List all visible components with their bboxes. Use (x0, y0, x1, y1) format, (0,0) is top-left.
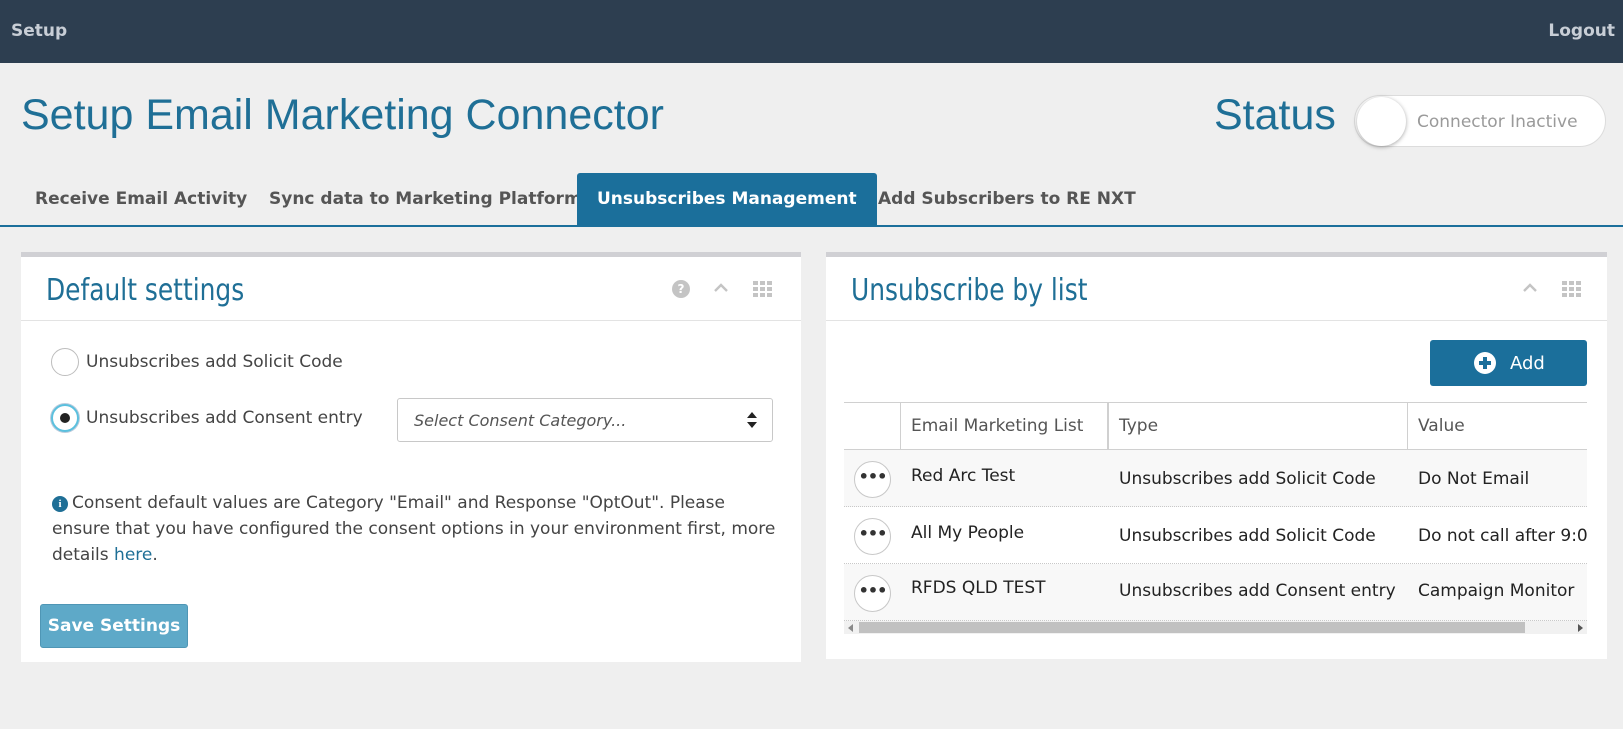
cell-type: Unsubscribes add Consent entry (1119, 581, 1396, 601)
panel-title: Unsubscribe by list (851, 273, 1088, 308)
select-placeholder: Select Consent Category... (414, 411, 627, 430)
chevron-up-icon[interactable] (713, 280, 729, 296)
cell-value: Do not call after 9:00pm (1418, 526, 1587, 546)
cell-list: RFDS QLD TEST (911, 578, 1046, 598)
grid-menu-icon[interactable] (1562, 281, 1581, 297)
row-actions-ellipsis-icon[interactable]: ••• (854, 518, 891, 555)
add-button-label: Add (1510, 353, 1545, 374)
toggle-status-text: Connector Inactive (1417, 112, 1578, 132)
panel-header: Default settings ? (21, 257, 801, 321)
table-row: ••• RFDS QLD TEST Unsubscribes add Conse… (844, 564, 1587, 621)
unsubscribe-list-table: Email Marketing List Type Value ••• Red … (844, 402, 1587, 634)
question-circle-icon[interactable]: ? (672, 280, 690, 298)
tab-receive-email-activity[interactable]: Receive Email Activity (15, 173, 267, 225)
radio-consent-entry[interactable]: Unsubscribes add Consent entry (51, 404, 363, 432)
chevron-up-icon[interactable] (1522, 280, 1538, 296)
status-label: Status (1214, 91, 1336, 139)
select-arrows-icon (747, 412, 757, 428)
tab-bar: Receive Email Activity Sync data to Mark… (0, 173, 1623, 227)
consent-info-note: i Consent default values are Category "Em… (52, 490, 782, 568)
column-header-email-list[interactable]: Email Marketing List (901, 403, 1109, 449)
radio-label: Unsubscribes add Solicit Code (86, 352, 343, 372)
page-title: Setup Email Marketing Connector (21, 91, 664, 139)
actions-column-header (844, 403, 901, 449)
cell-type: Unsubscribes add Solicit Code (1119, 526, 1376, 546)
plus-circle-icon (1474, 352, 1496, 374)
row-actions-ellipsis-icon[interactable]: ••• (854, 461, 891, 498)
connector-status-toggle[interactable]: Connector Inactive (1354, 95, 1606, 147)
note-text: Consent default values are Category "Ema… (52, 493, 776, 565)
row-actions-ellipsis-icon[interactable]: ••• (854, 575, 891, 612)
cell-type: Unsubscribes add Solicit Code (1119, 469, 1376, 489)
default-settings-panel: Default settings ? Unsubscribes add Soli… (21, 252, 801, 662)
panel-title: Default settings (46, 273, 245, 308)
column-header-type[interactable]: Type (1109, 403, 1408, 449)
unsubscribe-by-list-panel: Unsubscribe by list Add Email Marketing … (826, 252, 1607, 659)
cell-list: All My People (911, 523, 1025, 543)
table-header: Email Marketing List Type Value (844, 402, 1587, 450)
table-row: ••• Red Arc Test Unsubscribes add Solici… (844, 450, 1587, 507)
cell-list: Red Arc Test (911, 466, 1016, 486)
add-list-button[interactable]: Add (1430, 340, 1587, 386)
table-row: ••• All My People Unsubscribes add Solic… (844, 507, 1587, 564)
scrollbar-thumb[interactable] (859, 622, 1525, 633)
cell-value: Do Not Email (1418, 469, 1530, 489)
radio-button[interactable] (51, 348, 79, 376)
horizontal-scrollbar[interactable] (844, 621, 1587, 634)
tab-sync-data[interactable]: Sync data to Marketing Platform (249, 173, 602, 225)
panel-header: Unsubscribe by list (826, 257, 1607, 321)
radio-button-selected[interactable] (51, 404, 79, 432)
tab-unsubscribes-management[interactable]: Unsubscribes Management (577, 173, 877, 225)
scroll-left-arrow-icon[interactable] (848, 624, 853, 632)
scroll-right-arrow-icon[interactable] (1578, 624, 1583, 632)
save-settings-button[interactable]: Save Settings (40, 604, 188, 648)
setup-nav-link[interactable]: Setup (11, 21, 67, 41)
cell-value: Campaign Monitor (1418, 581, 1575, 601)
note-end: . (152, 545, 158, 565)
column-header-value[interactable]: Value (1408, 403, 1587, 449)
consent-category-select[interactable]: Select Consent Category... (397, 398, 773, 442)
info-icon: i (52, 496, 68, 512)
details-link[interactable]: here (114, 545, 152, 565)
logout-link[interactable]: Logout (1548, 21, 1615, 41)
radio-label: Unsubscribes add Consent entry (86, 408, 363, 428)
top-navbar: Setup Logout (0, 0, 1623, 63)
grid-menu-icon[interactable] (753, 281, 772, 297)
tab-add-subscribers[interactable]: Add Subscribers to RE NXT (858, 173, 1156, 225)
radio-solicit-code[interactable]: Unsubscribes add Solicit Code (51, 348, 343, 376)
toggle-knob (1357, 97, 1406, 146)
